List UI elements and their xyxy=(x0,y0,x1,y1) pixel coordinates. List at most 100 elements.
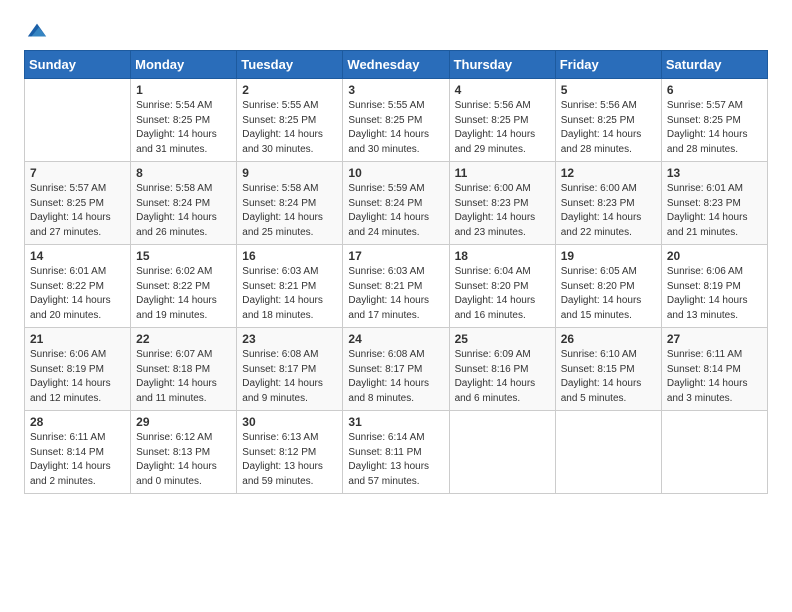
sunset-text: Sunset: 8:24 PM xyxy=(242,198,316,209)
sunrise-text: Sunrise: 6:13 AM xyxy=(242,432,318,443)
day-info: Sunrise: 5:56 AM Sunset: 8:25 PM Dayligh… xyxy=(455,99,550,157)
sunset-text: Sunset: 8:24 PM xyxy=(348,198,422,209)
sunrise-text: Sunrise: 6:05 AM xyxy=(561,266,637,277)
sunrise-text: Sunrise: 6:11 AM xyxy=(30,432,105,443)
sunrise-text: Sunrise: 5:56 AM xyxy=(455,100,531,111)
sunrise-text: Sunrise: 5:57 AM xyxy=(30,183,106,194)
calendar-cell: 10 Sunrise: 5:59 AM Sunset: 8:24 PM Dayl… xyxy=(343,162,449,245)
sunset-text: Sunset: 8:14 PM xyxy=(30,447,104,458)
daylight-text: Daylight: 13 hours and 59 minutes. xyxy=(242,461,323,487)
calendar-cell: 5 Sunrise: 5:56 AM Sunset: 8:25 PM Dayli… xyxy=(555,79,661,162)
sunset-text: Sunset: 8:13 PM xyxy=(136,447,210,458)
sunset-text: Sunset: 8:19 PM xyxy=(667,281,741,292)
calendar-cell: 16 Sunrise: 6:03 AM Sunset: 8:21 PM Dayl… xyxy=(237,245,343,328)
day-number: 9 xyxy=(242,166,337,180)
calendar-cell: 22 Sunrise: 6:07 AM Sunset: 8:18 PM Dayl… xyxy=(131,328,237,411)
daylight-text: Daylight: 14 hours and 0 minutes. xyxy=(136,461,217,487)
daylight-text: Daylight: 14 hours and 20 minutes. xyxy=(30,295,111,321)
day-number: 5 xyxy=(561,83,656,97)
daylight-text: Daylight: 14 hours and 28 minutes. xyxy=(667,129,748,155)
day-number: 23 xyxy=(242,332,337,346)
sunrise-text: Sunrise: 6:07 AM xyxy=(136,349,212,360)
calendar-cell: 26 Sunrise: 6:10 AM Sunset: 8:15 PM Dayl… xyxy=(555,328,661,411)
calendar-cell: 14 Sunrise: 6:01 AM Sunset: 8:22 PM Dayl… xyxy=(25,245,131,328)
logo-icon xyxy=(26,20,48,42)
day-info: Sunrise: 6:07 AM Sunset: 8:18 PM Dayligh… xyxy=(136,348,231,406)
day-info: Sunrise: 6:14 AM Sunset: 8:11 PM Dayligh… xyxy=(348,431,443,489)
calendar-week-3: 14 Sunrise: 6:01 AM Sunset: 8:22 PM Dayl… xyxy=(25,245,768,328)
day-info: Sunrise: 6:01 AM Sunset: 8:22 PM Dayligh… xyxy=(30,265,125,323)
sunset-text: Sunset: 8:21 PM xyxy=(348,281,422,292)
day-info: Sunrise: 6:04 AM Sunset: 8:20 PM Dayligh… xyxy=(455,265,550,323)
day-number: 30 xyxy=(242,415,337,429)
sunrise-text: Sunrise: 6:11 AM xyxy=(667,349,742,360)
sunrise-text: Sunrise: 6:01 AM xyxy=(30,266,106,277)
calendar-week-2: 7 Sunrise: 5:57 AM Sunset: 8:25 PM Dayli… xyxy=(25,162,768,245)
sunset-text: Sunset: 8:16 PM xyxy=(455,364,529,375)
calendar-cell xyxy=(555,411,661,494)
sunrise-text: Sunrise: 5:57 AM xyxy=(667,100,743,111)
calendar-cell: 3 Sunrise: 5:55 AM Sunset: 8:25 PM Dayli… xyxy=(343,79,449,162)
day-number: 4 xyxy=(455,83,550,97)
calendar-cell: 12 Sunrise: 6:00 AM Sunset: 8:23 PM Dayl… xyxy=(555,162,661,245)
day-number: 8 xyxy=(136,166,231,180)
sunset-text: Sunset: 8:17 PM xyxy=(242,364,316,375)
calendar-cell: 31 Sunrise: 6:14 AM Sunset: 8:11 PM Dayl… xyxy=(343,411,449,494)
day-number: 3 xyxy=(348,83,443,97)
daylight-text: Daylight: 14 hours and 3 minutes. xyxy=(667,378,748,404)
sunrise-text: Sunrise: 6:09 AM xyxy=(455,349,531,360)
calendar-cell: 23 Sunrise: 6:08 AM Sunset: 8:17 PM Dayl… xyxy=(237,328,343,411)
day-number: 10 xyxy=(348,166,443,180)
sunrise-text: Sunrise: 6:10 AM xyxy=(561,349,637,360)
calendar-cell: 30 Sunrise: 6:13 AM Sunset: 8:12 PM Dayl… xyxy=(237,411,343,494)
day-number: 17 xyxy=(348,249,443,263)
sunrise-text: Sunrise: 6:03 AM xyxy=(242,266,318,277)
sunrise-text: Sunrise: 5:59 AM xyxy=(348,183,424,194)
sunrise-text: Sunrise: 5:58 AM xyxy=(136,183,212,194)
day-number: 1 xyxy=(136,83,231,97)
calendar-cell: 19 Sunrise: 6:05 AM Sunset: 8:20 PM Dayl… xyxy=(555,245,661,328)
sunrise-text: Sunrise: 5:54 AM xyxy=(136,100,212,111)
day-number: 21 xyxy=(30,332,125,346)
day-number: 11 xyxy=(455,166,550,180)
sunrise-text: Sunrise: 6:06 AM xyxy=(667,266,743,277)
sunset-text: Sunset: 8:23 PM xyxy=(455,198,529,209)
calendar-cell: 25 Sunrise: 6:09 AM Sunset: 8:16 PM Dayl… xyxy=(449,328,555,411)
sunset-text: Sunset: 8:25 PM xyxy=(455,115,529,126)
daylight-text: Daylight: 14 hours and 30 minutes. xyxy=(348,129,429,155)
daylight-text: Daylight: 14 hours and 15 minutes. xyxy=(561,295,642,321)
day-info: Sunrise: 6:01 AM Sunset: 8:23 PM Dayligh… xyxy=(667,182,762,240)
day-info: Sunrise: 5:55 AM Sunset: 8:25 PM Dayligh… xyxy=(242,99,337,157)
day-info: Sunrise: 5:57 AM Sunset: 8:25 PM Dayligh… xyxy=(667,99,762,157)
sunset-text: Sunset: 8:12 PM xyxy=(242,447,316,458)
daylight-text: Daylight: 14 hours and 5 minutes. xyxy=(561,378,642,404)
calendar-cell: 4 Sunrise: 5:56 AM Sunset: 8:25 PM Dayli… xyxy=(449,79,555,162)
daylight-text: Daylight: 14 hours and 28 minutes. xyxy=(561,129,642,155)
calendar-cell: 20 Sunrise: 6:06 AM Sunset: 8:19 PM Dayl… xyxy=(661,245,767,328)
day-info: Sunrise: 6:11 AM Sunset: 8:14 PM Dayligh… xyxy=(30,431,125,489)
calendar-cell: 6 Sunrise: 5:57 AM Sunset: 8:25 PM Dayli… xyxy=(661,79,767,162)
calendar-cell: 7 Sunrise: 5:57 AM Sunset: 8:25 PM Dayli… xyxy=(25,162,131,245)
sunset-text: Sunset: 8:11 PM xyxy=(348,447,421,458)
daylight-text: Daylight: 14 hours and 16 minutes. xyxy=(455,295,536,321)
day-number: 18 xyxy=(455,249,550,263)
day-info: Sunrise: 5:55 AM Sunset: 8:25 PM Dayligh… xyxy=(348,99,443,157)
sunrise-text: Sunrise: 6:00 AM xyxy=(561,183,637,194)
calendar-cell: 2 Sunrise: 5:55 AM Sunset: 8:25 PM Dayli… xyxy=(237,79,343,162)
day-info: Sunrise: 5:54 AM Sunset: 8:25 PM Dayligh… xyxy=(136,99,231,157)
calendar-cell: 15 Sunrise: 6:02 AM Sunset: 8:22 PM Dayl… xyxy=(131,245,237,328)
sunrise-text: Sunrise: 6:00 AM xyxy=(455,183,531,194)
sunset-text: Sunset: 8:18 PM xyxy=(136,364,210,375)
calendar-cell: 21 Sunrise: 6:06 AM Sunset: 8:19 PM Dayl… xyxy=(25,328,131,411)
day-number: 16 xyxy=(242,249,337,263)
day-info: Sunrise: 6:13 AM Sunset: 8:12 PM Dayligh… xyxy=(242,431,337,489)
daylight-text: Daylight: 14 hours and 24 minutes. xyxy=(348,212,429,238)
sunrise-text: Sunrise: 5:58 AM xyxy=(242,183,318,194)
calendar-cell: 17 Sunrise: 6:03 AM Sunset: 8:21 PM Dayl… xyxy=(343,245,449,328)
day-info: Sunrise: 6:09 AM Sunset: 8:16 PM Dayligh… xyxy=(455,348,550,406)
calendar-cell: 24 Sunrise: 6:08 AM Sunset: 8:17 PM Dayl… xyxy=(343,328,449,411)
calendar-cell: 18 Sunrise: 6:04 AM Sunset: 8:20 PM Dayl… xyxy=(449,245,555,328)
page-header xyxy=(24,20,768,42)
daylight-text: Daylight: 14 hours and 23 minutes. xyxy=(455,212,536,238)
day-info: Sunrise: 5:59 AM Sunset: 8:24 PM Dayligh… xyxy=(348,182,443,240)
